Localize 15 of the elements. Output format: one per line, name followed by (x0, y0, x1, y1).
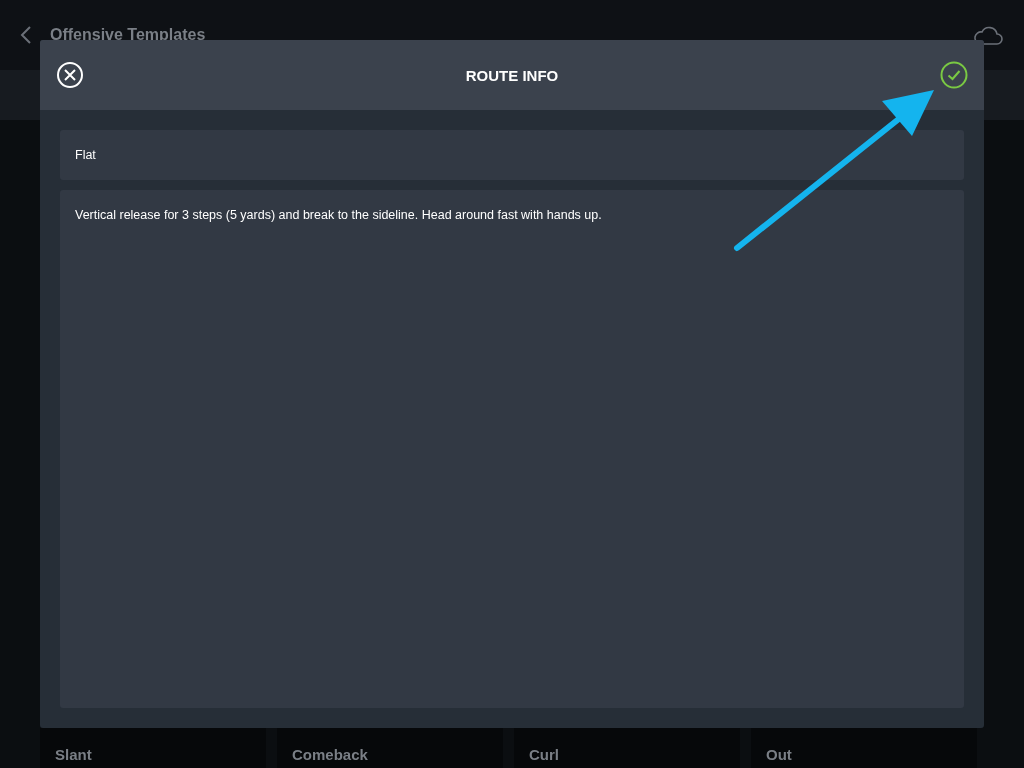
route-name: Curl (529, 746, 559, 763)
confirm-check-icon[interactable] (940, 61, 968, 89)
route-name: Slant (55, 746, 92, 763)
route-card[interactable]: Comeback (277, 728, 503, 768)
route-card[interactable]: Curl (514, 728, 740, 768)
route-name: Comeback (292, 746, 368, 763)
route-name: Out (766, 746, 792, 763)
route-description-field[interactable]: Vertical release for 3 steps (5 yards) and break to the sideline. Head around fast with hands up. (60, 190, 964, 708)
back-icon[interactable] (20, 25, 32, 45)
route-card[interactable]: Out (751, 728, 977, 768)
close-icon[interactable] (56, 61, 84, 89)
page-title: Offensive Templates (50, 26, 207, 44)
dialog-title: ROUTE INFO (465, 66, 559, 84)
route-card[interactable]: Slant (40, 728, 266, 768)
route-name-field[interactable]: Flat (60, 130, 964, 180)
